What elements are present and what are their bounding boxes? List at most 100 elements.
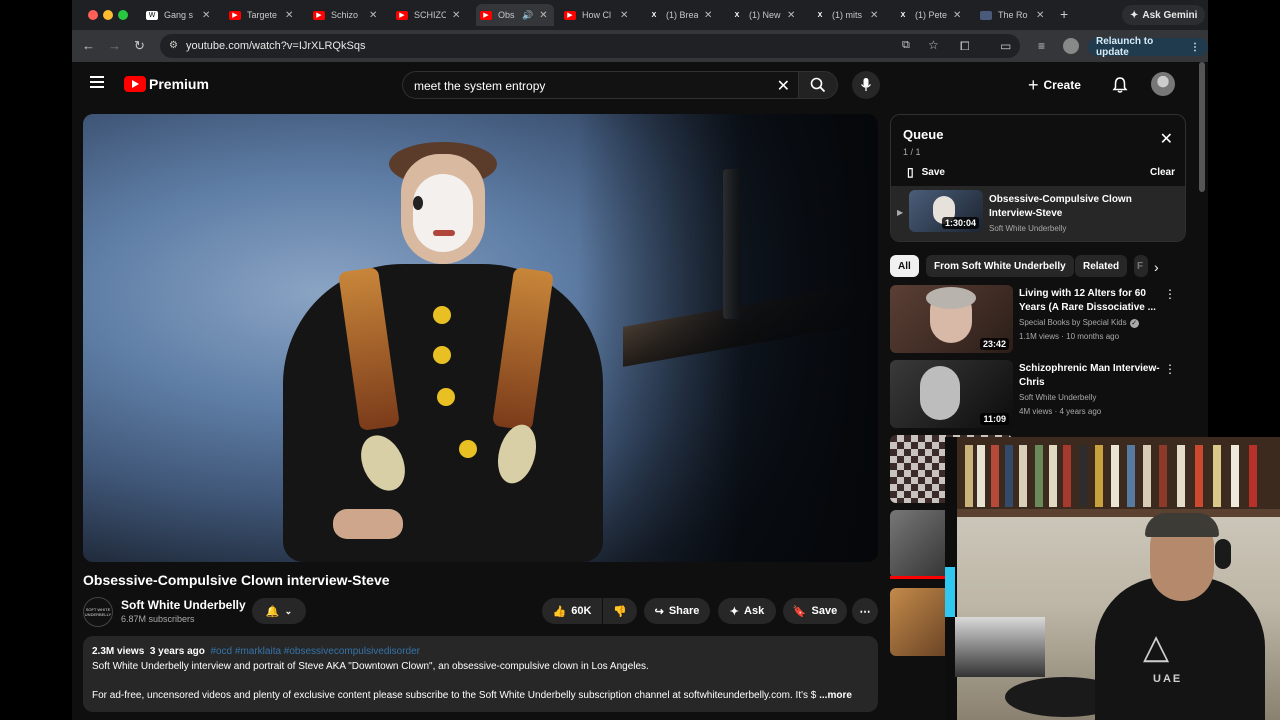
close-tab-icon[interactable]: ✕ [704, 10, 712, 21]
related-duration: 23:42 [979, 338, 1009, 350]
close-tab-icon[interactable]: ✕ [452, 10, 460, 21]
relaunch-button[interactable]: Relaunch to update ⋮ [1088, 36, 1208, 58]
like-button[interactable]: 👍 60K [542, 598, 602, 624]
save-label: Save [811, 605, 838, 617]
browser-tab[interactable]: The Ro ✕ [976, 4, 1052, 26]
book [1159, 445, 1167, 507]
close-tab-icon[interactable]: ✕ [1036, 10, 1044, 21]
youtube-icon: ▶ [313, 10, 325, 20]
address-bar[interactable]: ⚙ youtube.com/watch?v=IJrXLRQkSqs ⧉ ☆ [160, 34, 1020, 58]
search-button[interactable] [798, 71, 838, 99]
sidepanel-icon[interactable]: ▭ [1000, 39, 1011, 53]
create-label: Create [1043, 78, 1081, 92]
clear-search-icon[interactable]: ✕ [777, 76, 790, 96]
search-input[interactable]: meet the system entropy ✕ [402, 71, 798, 99]
channel-name[interactable]: Soft White Underbelly [121, 598, 246, 612]
close-queue-icon[interactable]: ✕ [1160, 129, 1173, 149]
back-icon[interactable]: ← [82, 38, 95, 53]
related-thumbnail[interactable]: 23:42 [890, 285, 1013, 353]
close-tab-icon[interactable]: ✕ [539, 10, 547, 21]
close-tab-icon[interactable]: ✕ [870, 10, 878, 21]
youtube-logo-icon[interactable] [124, 76, 146, 92]
close-tab-icon[interactable]: ✕ [202, 10, 210, 21]
webcam-person-cap [1145, 513, 1219, 537]
close-tab-icon[interactable]: ✕ [369, 10, 377, 21]
book [1095, 445, 1103, 507]
extensions-icon[interactable]: ⧠ [960, 39, 970, 54]
browser-tab[interactable]: ▶ How Cl ✕ [560, 4, 636, 26]
subscription-bell-button[interactable]: 🔔 ⌄ [252, 598, 306, 624]
chip-all[interactable]: All [890, 255, 919, 277]
show-more-link[interactable]: ...more [819, 690, 852, 701]
new-tab-button[interactable]: + [1060, 6, 1068, 22]
ask-button[interactable]: ✦ Ask [718, 598, 776, 624]
browser-tab[interactable]: ▶ SCHIZO ✕ [392, 4, 468, 26]
browser-tab[interactable]: X (1) Pete ✕ [893, 4, 969, 26]
browser-tab[interactable]: W Gang s ✕ [142, 4, 218, 26]
save-button[interactable]: 🔖 Save [783, 598, 847, 624]
related-thumbnail[interactable]: 11:09 [890, 360, 1013, 428]
account-avatar[interactable] [1151, 72, 1175, 96]
hamburger-menu-icon[interactable] [90, 76, 104, 88]
browser-tab[interactable]: X (1) New ✕ [727, 4, 803, 26]
close-tab-icon[interactable]: ✕ [787, 10, 795, 21]
chip-next[interactable]: F [1134, 255, 1148, 277]
install-icon[interactable]: ⧉ [902, 39, 910, 52]
chip-from-channel[interactable]: From Soft White Underbelly [926, 255, 1074, 277]
queue-item[interactable]: ▶ 1:30:04 Obsessive-Compulsive Clown Int… [891, 186, 1185, 241]
site-info-icon[interactable]: ⚙ [169, 40, 178, 51]
related-video[interactable]: 11:09 Schizophrenic Man Interview-Chris … [890, 360, 1190, 430]
related-video[interactable]: 23:42 Living with 12 Alters for 60 Years… [890, 285, 1190, 355]
speaker-icon[interactable]: 🔊 [522, 10, 533, 21]
bell-icon: 🔔 [265, 605, 280, 618]
close-tab-icon[interactable]: ✕ [953, 10, 961, 21]
thumbs-down-icon: 👎 [613, 605, 627, 618]
tab-label: (1) mits [832, 10, 862, 20]
book [1019, 445, 1027, 507]
youtube-premium-brand[interactable]: Premium [149, 76, 209, 92]
queue-item-thumbnail[interactable]: 1:30:04 [909, 190, 983, 232]
chevron-down-icon: ⌄ [284, 605, 293, 616]
close-window-button[interactable] [88, 10, 98, 20]
browser-tab[interactable]: ▶ Targete ✕ [225, 4, 301, 26]
media-controls-icon[interactable]: ≡ [1038, 39, 1045, 53]
more-vertical-icon[interactable]: ⋮ [1164, 287, 1176, 301]
forward-icon[interactable]: → [108, 38, 121, 53]
more-vertical-icon[interactable]: ⋮ [1164, 362, 1176, 376]
browser-tab[interactable]: ▶ Schizo ✕ [309, 4, 385, 26]
chip-related[interactable]: Related [1075, 255, 1128, 277]
browser-tab[interactable]: X (1) mits ✕ [810, 4, 886, 26]
video-player[interactable] [83, 114, 878, 562]
description-box[interactable]: 2.3M views 3 years ago #ocd #marklaita #… [83, 636, 878, 712]
minimize-window-button[interactable] [103, 10, 113, 20]
bookmark-star-icon[interactable]: ☆ [928, 38, 939, 52]
ask-gemini-button[interactable]: ✦ Ask Gemini [1122, 5, 1206, 25]
browser-tab-active[interactable]: ▶ Obs 🔊 ✕ [476, 4, 554, 26]
wikipedia-icon: W [146, 10, 158, 20]
hashtags[interactable]: #ocd #marklaita #obsessivecompulsivediso… [210, 646, 420, 657]
notifications-bell-icon[interactable] [1112, 76, 1128, 94]
description-line-2: For ad-free, uncensored videos and plent… [92, 690, 852, 701]
chevron-right-icon[interactable]: › [1154, 259, 1159, 275]
queue-clear-button[interactable]: Clear [1150, 167, 1175, 178]
voice-search-button[interactable] [852, 71, 880, 99]
x-icon: X [734, 11, 740, 19]
profile-avatar[interactable] [1063, 38, 1079, 54]
queue-save-button[interactable]: ▯ Save [907, 165, 945, 179]
dislike-button[interactable]: 👎 [603, 598, 637, 624]
reload-icon[interactable]: ↻ [134, 38, 145, 54]
scrollbar[interactable] [1199, 62, 1205, 192]
close-tab-icon[interactable]: ✕ [285, 10, 293, 21]
headphones [1215, 539, 1231, 569]
close-tab-icon[interactable]: ✕ [620, 10, 628, 21]
book [1195, 445, 1203, 507]
channel-avatar[interactable]: SOFT WHITE UNDERBELLY [83, 597, 113, 627]
create-button[interactable]: + Create [1028, 73, 1081, 97]
tab-label: The Ro [998, 10, 1028, 20]
share-button[interactable]: ↪ Share [644, 598, 710, 624]
more-actions-button[interactable]: ⋯ [852, 598, 878, 624]
related-duration: 11:09 [980, 413, 1009, 425]
browser-tab[interactable]: X (1) Brea ✕ [644, 4, 720, 26]
queue-panel: Queue 1 / 1 ✕ ▯ Save Clear ▶ 1:30:04 Obs… [890, 114, 1186, 242]
maximize-window-button[interactable] [118, 10, 128, 20]
